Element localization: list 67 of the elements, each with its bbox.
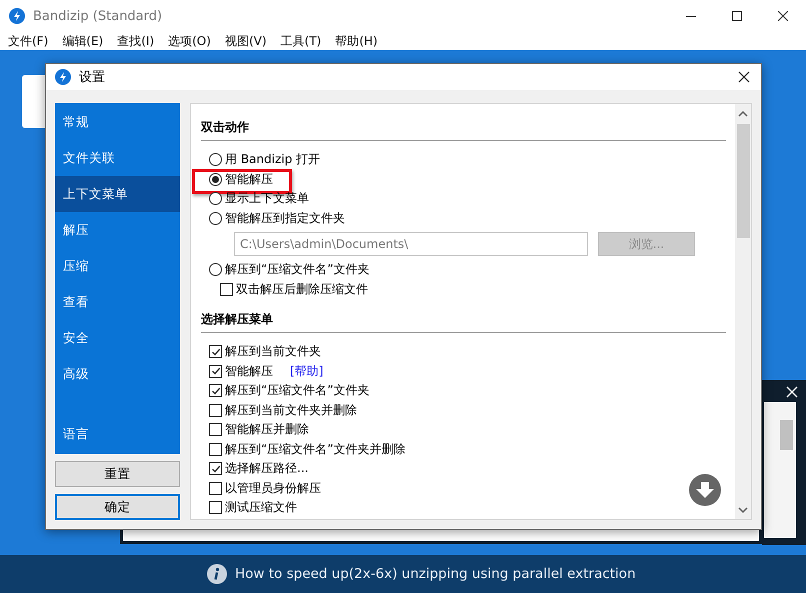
checkbox-label: 解压到当前文件夹并删除 [225, 402, 357, 419]
radio-label: 显示上下文菜单 [225, 190, 309, 208]
radio-label: 解压到“压缩文件名”文件夹 [225, 261, 370, 278]
radio-label: 智能解压 [225, 170, 273, 188]
menu-item[interactable]: 查找(I) [113, 32, 158, 50]
menu-item[interactable]: 选项(O) [164, 32, 215, 50]
radio-label: 用 Bandizip 打开 [225, 151, 320, 168]
checkbox[interactable] [209, 364, 222, 378]
checkbox-label: 智能解压并删除 [225, 421, 309, 438]
close-icon[interactable] [784, 384, 800, 400]
sidebar-item[interactable]: 语言 [55, 416, 180, 452]
reset-button[interactable]: 重置 [55, 461, 180, 487]
menu-item[interactable]: 文件(F) [4, 32, 52, 50]
sidebar-item[interactable]: 文件关联 [55, 140, 180, 176]
radio-button[interactable] [209, 263, 222, 276]
checkbox-label: 双击解压后删除压缩文件 [236, 280, 368, 298]
sidebar-item[interactable]: 高级 [55, 356, 180, 392]
scrollbar-thumb[interactable] [737, 124, 750, 238]
app-logo-icon [9, 8, 25, 24]
checkbox[interactable] [220, 282, 233, 296]
radio-button[interactable] [209, 212, 222, 225]
window-title: Bandizip (Standard) [33, 8, 164, 24]
sidebar-item[interactable]: 解压 [55, 212, 180, 248]
radio-label: 智能解压到指定文件夹 [225, 210, 345, 227]
close-icon[interactable] [778, 11, 788, 21]
status-text[interactable]: How to speed up(2x-6x) unzipping using parallel extraction [235, 566, 636, 582]
checkbox[interactable] [209, 423, 222, 436]
checkbox[interactable] [209, 345, 222, 358]
checkbox-label: 解压到“压缩文件名”文件夹并删除 [225, 440, 406, 458]
radio-button[interactable] [209, 172, 222, 186]
help-link[interactable]: [帮助] [290, 362, 324, 380]
scrollbar[interactable] [735, 104, 751, 519]
menu-item[interactable]: 视图(V) [220, 32, 271, 50]
info-icon [207, 564, 227, 584]
checkbox[interactable] [209, 384, 222, 398]
dialog-title: 设置 [79, 69, 106, 86]
app-logo-icon [55, 69, 71, 85]
ok-button[interactable]: 确定 [55, 494, 180, 520]
checkbox-label: 解压到“压缩文件名”文件夹 [225, 382, 370, 400]
scroll-down-button-icon[interactable] [689, 474, 721, 506]
scrollbar-thumb[interactable] [780, 420, 793, 450]
scroll-down-icon[interactable] [738, 506, 748, 514]
checkbox-label: 智能解压 [225, 362, 273, 380]
sidebar-item[interactable]: 压缩 [55, 248, 180, 284]
checkbox[interactable] [209, 404, 222, 417]
menu-item[interactable]: 帮助(H) [331, 32, 382, 50]
sidebar-item[interactable]: 查看 [55, 284, 180, 320]
checkbox[interactable] [209, 482, 222, 495]
checkbox[interactable] [209, 462, 222, 476]
menu-item[interactable]: 编辑(E) [58, 32, 108, 50]
section-heading: 双击动作 [201, 119, 250, 136]
sidebar-item[interactable]: 常规 [55, 104, 180, 140]
checkbox-label: 测试压缩文件 [225, 499, 297, 516]
radio-button[interactable] [209, 192, 222, 206]
sidebar-item[interactable]: 安全 [55, 320, 180, 356]
checkbox[interactable] [209, 501, 222, 514]
close-icon[interactable] [736, 69, 752, 85]
sidebar-item[interactable]: 上下文菜单 [55, 176, 180, 212]
maximize-icon[interactable] [732, 11, 742, 21]
radio-button[interactable] [209, 153, 222, 166]
scroll-up-icon[interactable] [738, 110, 748, 118]
checkbox-label: 解压到当前文件夹 [225, 343, 321, 360]
checkbox-label: 以管理员身份解压 [225, 480, 321, 497]
menu-item[interactable]: 工具(T) [276, 32, 326, 50]
checkbox[interactable] [209, 442, 222, 456]
checkbox-label: 选择解压路径... [225, 460, 308, 478]
section-heading: 选择解压菜单 [201, 311, 274, 328]
